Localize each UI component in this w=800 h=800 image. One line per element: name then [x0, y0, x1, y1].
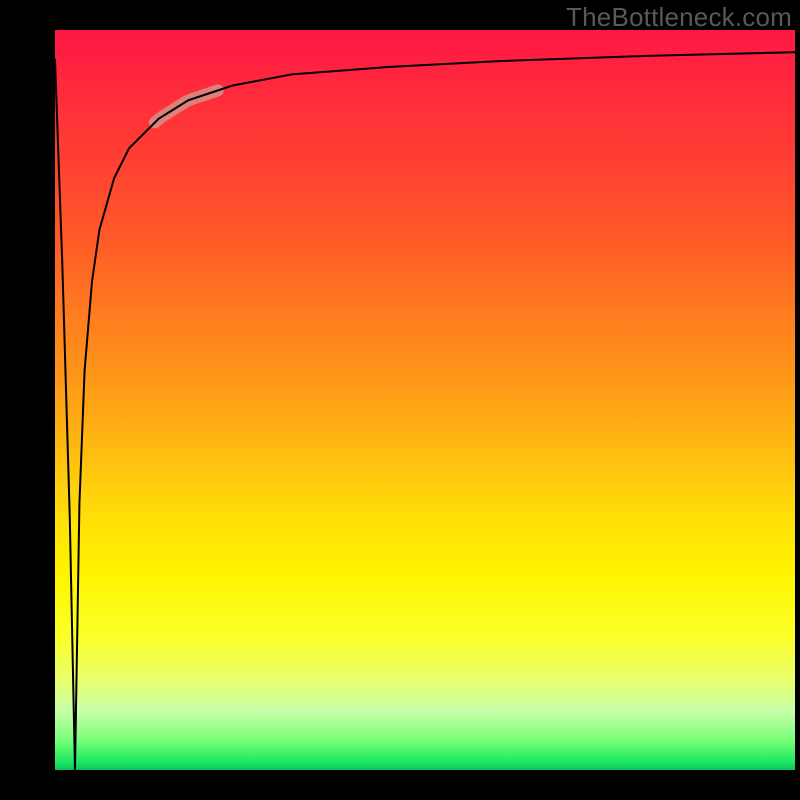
bottleneck-curve	[55, 52, 795, 770]
chart-frame: TheBottleneck.com	[0, 0, 800, 800]
curve-svg	[55, 30, 795, 770]
curve-highlight-segment	[155, 90, 218, 122]
plot-area	[55, 30, 795, 770]
watermark-text: TheBottleneck.com	[566, 2, 792, 33]
